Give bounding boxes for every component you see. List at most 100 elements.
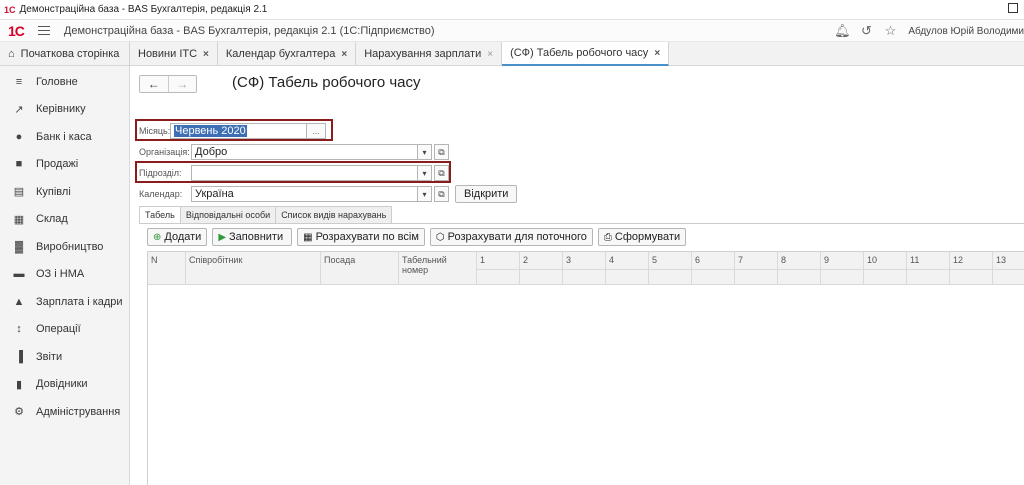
form-button[interactable]: ⎙ Сформувати [597, 228, 687, 246]
tab-responsible[interactable]: Відповідальні особи [179, 206, 277, 223]
app-title: Демонстраційна база - BAS Бухгалтерія, р… [63, 24, 435, 37]
tab-timesheet-grid[interactable]: Табель [139, 206, 181, 224]
add-button-label: Додати [164, 231, 202, 243]
open-button[interactable]: Відкрити [455, 185, 518, 203]
factory-icon: ▓ [14, 240, 24, 253]
sidebar-item-directories[interactable]: ▮ Довідники [0, 371, 129, 399]
sidebar-item-sales[interactable]: ■ Продажі [0, 151, 129, 179]
tab-news[interactable]: Новини ІТС × [130, 42, 218, 66]
bell-icon[interactable]: 🔔︎ [834, 23, 851, 39]
calendar-value: Україна [195, 188, 234, 200]
close-icon[interactable]: × [487, 49, 493, 60]
open-org-icon[interactable]: ⧉ [434, 144, 449, 160]
column-header[interactable]: Посада [321, 252, 399, 285]
sidebar-item-production[interactable]: ▓ Виробництво [0, 233, 129, 261]
tab-home-label: Початкова сторінка [20, 48, 120, 60]
day-subheader-divider [477, 269, 1024, 285]
forward-arrow-icon[interactable]: → [167, 76, 197, 92]
tab-label: Нарахування зарплати [364, 48, 482, 60]
table-icon: ▦ [303, 231, 313, 243]
coin-icon: ● [15, 130, 23, 143]
main-menu-icon[interactable] [37, 26, 50, 35]
calendar-row: Календар: Україна ▾ ⧉ Відкрити [139, 185, 518, 203]
tab-payroll[interactable]: Нарахування зарплати × [356, 42, 503, 66]
play-icon: ▶ [218, 231, 227, 243]
tab-label: Новини ІТС [138, 48, 198, 60]
column-header[interactable]: Співробітник [186, 252, 321, 285]
history-icon[interactable]: ↺ [858, 23, 874, 39]
cart-icon: ▤ [13, 186, 25, 199]
tab-timesheet[interactable]: (СФ) Табель робочого часу × [502, 42, 670, 66]
org-label: Організація: [139, 147, 190, 157]
sidebar-item-reports[interactable]: ▐ Звіти [0, 343, 129, 371]
chevron-down-icon[interactable]: ▾ [417, 186, 432, 202]
sidebar-item-label: Продажі [36, 158, 79, 171]
tabs-divider [139, 223, 1024, 224]
close-icon[interactable]: × [654, 48, 660, 59]
sidebar-item-manager[interactable]: ↗ Керівнику [0, 96, 129, 124]
gear-icon: ⚙ [14, 406, 24, 419]
department-row: Підрозділ: ▾ ⧉ [139, 165, 449, 181]
sidebar-item-bank[interactable]: ● Банк і каса [0, 123, 129, 151]
bag-icon: ■ [15, 158, 23, 171]
column-header[interactable]: Табельний номер [399, 252, 477, 285]
grid-header: N Співробітник Посада Табельний номер 1 … [148, 252, 1024, 285]
document-form: ← → (СФ) Табель робочого часу Місяць: Че… [131, 66, 1024, 485]
sidebar-item-label: Звіти [36, 350, 63, 363]
tab-home[interactable]: ⌂ Початкова сторінка [0, 42, 130, 66]
window-title: Демонстраційна база - BAS Бухгалтерія, р… [19, 4, 268, 15]
sidebar-item-label: Виробництво [36, 240, 104, 253]
open-department-icon[interactable]: ⧉ [434, 165, 449, 181]
fill-button[interactable]: ▶ Заповнити [212, 228, 293, 246]
department-field[interactable]: ▾ [191, 165, 432, 181]
app-logo-icon: 1С [4, 4, 16, 15]
calendar-field[interactable]: Україна ▾ [191, 186, 432, 202]
chevron-down-icon[interactable]: ▾ [417, 165, 432, 181]
chevron-down-icon[interactable]: ▾ [417, 144, 432, 160]
calc-current-button[interactable]: ⬡ Розрахувати для поточного [429, 228, 593, 246]
tab-accrual-types[interactable]: Список видів нарахувань [275, 206, 393, 223]
calendar-label: Календар: [139, 189, 183, 199]
nav-buttons: ← → [139, 75, 197, 93]
org-field[interactable]: Добро ▾ [191, 144, 432, 160]
fill-button-label: Заповнити [229, 231, 284, 243]
sidebar-item-label: Банк і каса [36, 130, 92, 143]
sidebar-item-label: Операції [36, 323, 81, 336]
sidebar-item-label: Головне [36, 75, 78, 88]
calc-current-label: Розрахувати для поточного [447, 231, 587, 243]
month-row: Місяць: Червень 2020 ... [139, 123, 326, 139]
sidebar-item-label: Керівнику [36, 103, 86, 116]
app-header: 1С Демонстраційна база - BAS Бухгалтерія… [0, 20, 1024, 42]
back-arrow-icon[interactable]: ← [140, 76, 168, 92]
window-titlebar: 1С Демонстраційна база - BAS Бухгалтерія… [0, 0, 1024, 20]
close-icon[interactable]: × [203, 49, 209, 60]
sidebar-item-admin[interactable]: ⚙ Адміністрування [0, 398, 129, 426]
tab-calendar[interactable]: Календар бухгалтера × [218, 42, 357, 66]
calc-all-button[interactable]: ▦ Розрахувати по всім [297, 228, 425, 246]
add-button[interactable]: ⊕ Додати [147, 228, 208, 246]
close-icon[interactable]: × [341, 49, 347, 60]
maximize-icon[interactable] [1008, 3, 1018, 13]
sidebar-item-assets[interactable]: ▬ ОЗ і НМА [0, 261, 129, 289]
tab-label: (СФ) Табель робочого часу [510, 47, 649, 59]
cube-icon: ⬡ [435, 231, 445, 243]
sidebar-item-main[interactable]: ≡ Головне [0, 68, 129, 96]
star-icon[interactable]: ☆ [882, 23, 898, 39]
sidebar-item-salary[interactable]: ▲ Зарплата і кадри [0, 288, 129, 316]
sidebar-item-label: Зарплата і кадри [36, 295, 123, 308]
month-field[interactable]: Червень 2020 ... [170, 123, 326, 139]
open-calendar-icon[interactable]: ⧉ [434, 186, 449, 202]
menu-lines-icon: ≡ [15, 75, 23, 88]
sidebar-item-warehouse[interactable]: ▦ Склад [0, 206, 129, 234]
user-name[interactable]: Абдулов Юрій Володими [908, 26, 1024, 37]
month-select-button[interactable]: ... [306, 123, 326, 139]
timesheet-grid[interactable]: N Співробітник Посада Табельний номер 1 … [147, 251, 1024, 485]
sidebar-item-purchases[interactable]: ▤ Купівлі [0, 178, 129, 206]
calc-all-label: Розрахувати по всім [315, 231, 419, 243]
sidebar-item-operations[interactable]: ↕ Операції [0, 316, 129, 344]
home-icon: ⌂ [8, 48, 15, 60]
sidebar: ≡ Головне ↗ Керівнику ● Банк і каса ■ Продаж… [0, 66, 130, 485]
column-header[interactable]: N [148, 252, 186, 285]
org-value: Добро [195, 146, 228, 158]
month-value: Червень 2020 [174, 125, 247, 137]
